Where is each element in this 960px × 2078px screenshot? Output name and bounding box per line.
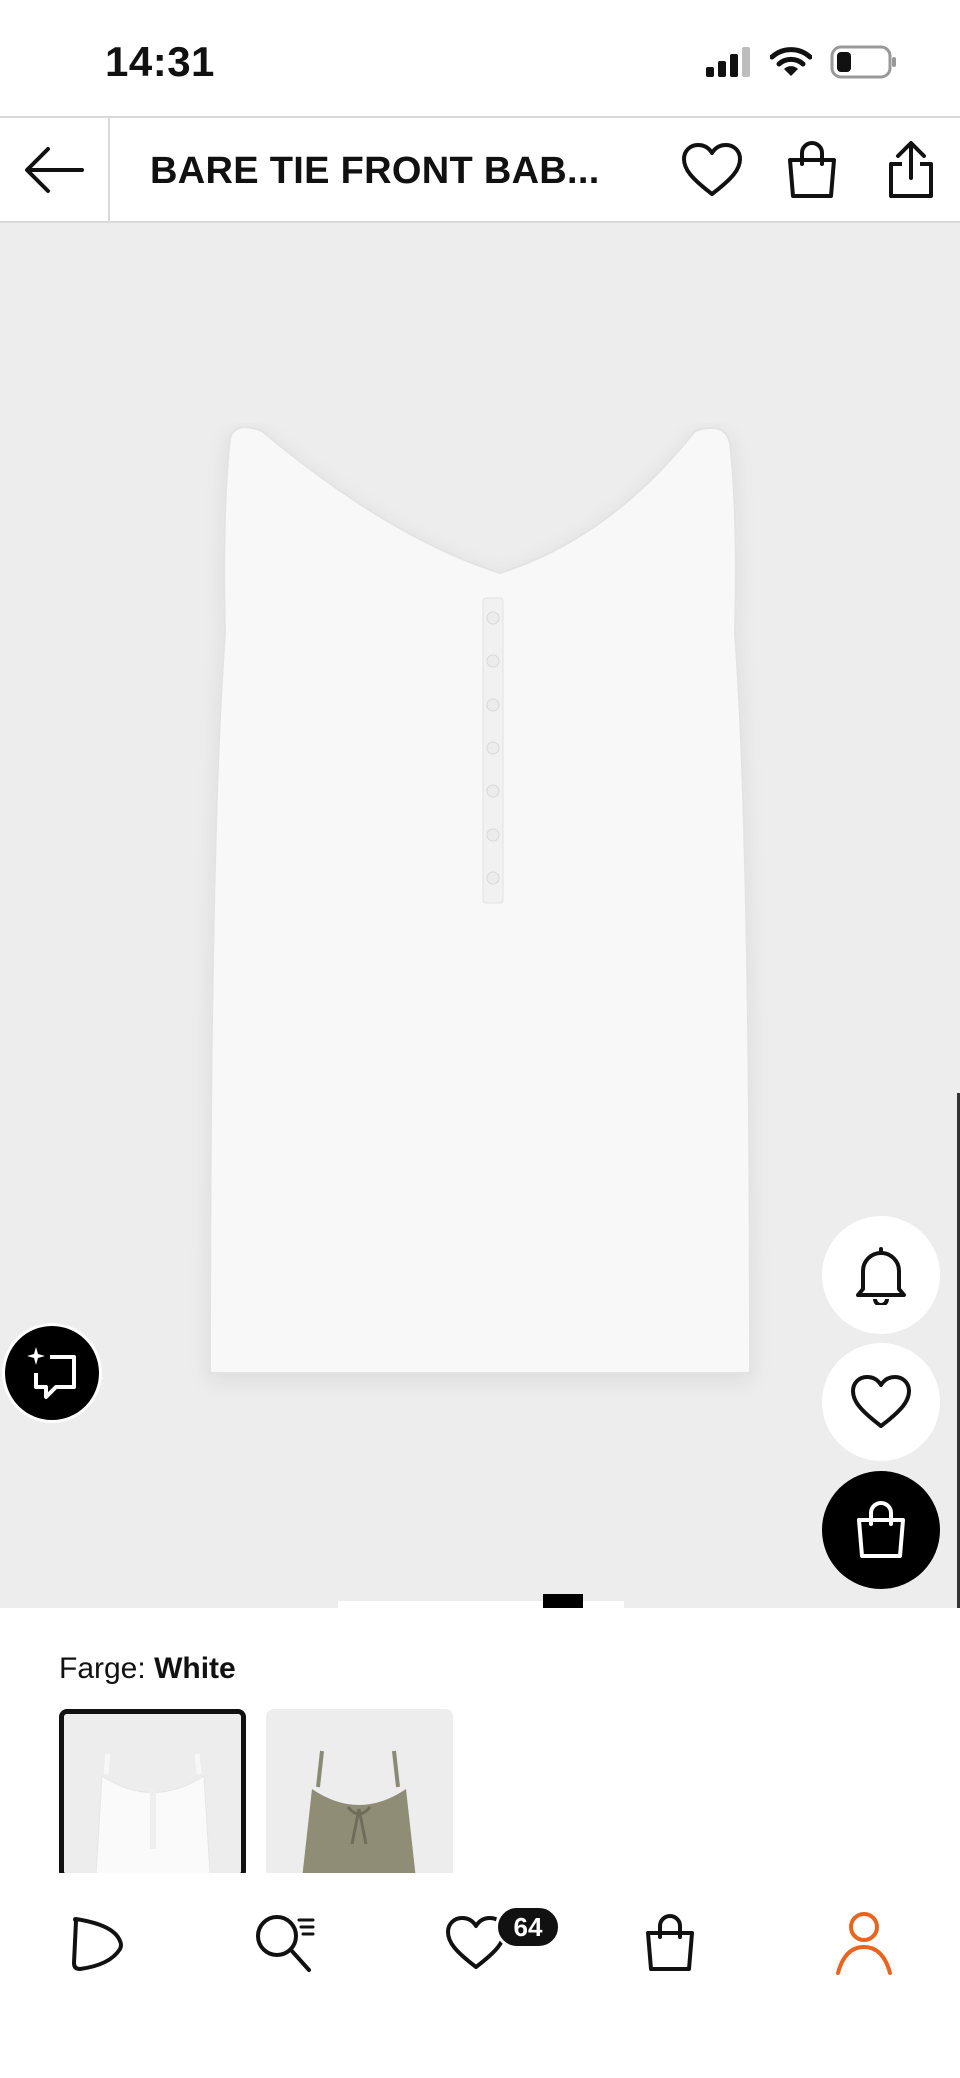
sparkle-chat-icon — [27, 1347, 76, 1399]
wishlist-count-badge: 64 — [495, 1905, 561, 1949]
share-icon — [889, 141, 933, 198]
color-value: White — [154, 1652, 236, 1685]
product-detail-page: 14:31 BARE TIE FRONT BAB... Farge: White… — [0, 0, 960, 2078]
pager-active-indicator — [543, 1594, 583, 1608]
swatch-khaki-image — [266, 1709, 453, 1879]
nav-play[interactable] — [56, 1903, 136, 1983]
add-to-bag-fab-button[interactable] — [822, 1471, 940, 1589]
bag-header-button[interactable] — [780, 138, 844, 202]
color-swatch-khaki[interactable] — [266, 1709, 453, 1879]
bottom-navigation: 64 — [0, 1873, 960, 2078]
ai-assistant-button[interactable] — [2, 1323, 102, 1423]
cellular-signal-icon — [706, 46, 752, 82]
color-label: Farge: White — [59, 1652, 236, 1686]
wifi-icon — [769, 46, 813, 83]
heart-icon — [682, 143, 742, 196]
wishlist-header-button[interactable] — [680, 138, 744, 202]
play-icon — [72, 1917, 123, 1971]
swatch-white-image — [64, 1714, 241, 1874]
product-title: BARE TIE FRONT BAB... — [150, 150, 600, 192]
notify-button[interactable] — [822, 1216, 940, 1334]
product-image-gallery[interactable] — [0, 223, 960, 1608]
color-swatch-white[interactable] — [59, 1709, 246, 1879]
wishlist-fab-button[interactable] — [822, 1343, 940, 1461]
status-time: 14:31 — [105, 38, 215, 85]
image-pager[interactable] — [338, 1594, 624, 1608]
heart-icon — [851, 1375, 911, 1428]
shopping-bag-icon — [857, 1501, 905, 1558]
back-arrow-icon — [25, 146, 84, 193]
bag-icon — [646, 1914, 694, 1971]
status-icons — [706, 44, 898, 84]
nav-search[interactable] — [246, 1903, 326, 1983]
search-list-icon — [256, 1915, 315, 1972]
color-label-prefix: Farge: — [59, 1652, 146, 1685]
nav-bag[interactable] — [630, 1903, 710, 1983]
product-photo — [208, 426, 752, 1374]
bell-icon — [856, 1247, 906, 1305]
share-button[interactable] — [879, 138, 943, 202]
status-bar: 14:31 — [0, 0, 960, 116]
shopping-bag-icon — [788, 141, 836, 198]
nav-profile[interactable] — [824, 1903, 904, 1983]
product-header: BARE TIE FRONT BAB... — [0, 116, 960, 223]
color-selector: Farge: White — [0, 1608, 960, 1879]
profile-icon — [836, 1912, 892, 1975]
back-button[interactable] — [0, 118, 110, 221]
battery-icon — [830, 45, 898, 84]
